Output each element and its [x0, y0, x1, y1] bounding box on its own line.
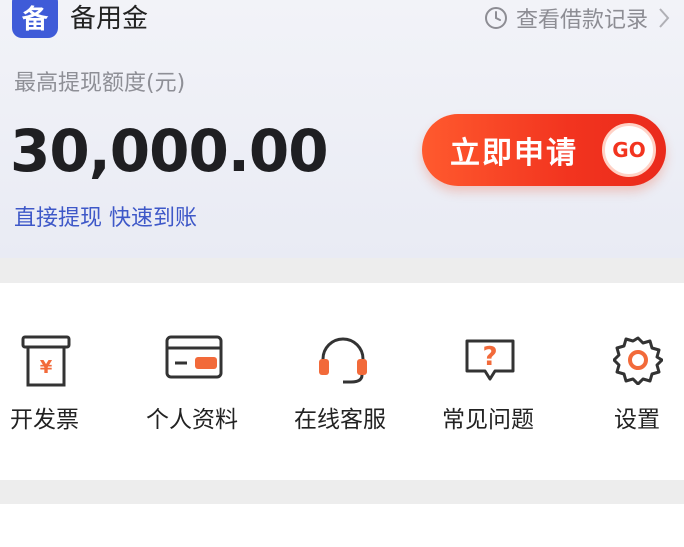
svg-text:¥: ¥	[40, 357, 53, 378]
faq-icon: ?	[465, 339, 515, 381]
apply-button-label: 立即申请	[450, 136, 578, 171]
logo-char: 备	[21, 4, 48, 35]
menu-item-label: 常见问题	[442, 407, 534, 433]
bottom-card	[0, 504, 684, 547]
menu-item-label: 开发票	[10, 407, 79, 433]
menu-item-profile[interactable]: 个人资料	[140, 283, 250, 480]
headset-icon	[319, 337, 367, 384]
gear-icon	[613, 336, 663, 385]
chevron-right-icon	[659, 8, 670, 28]
menu-item-faq[interactable]: ? 常见问题	[436, 283, 546, 480]
menu-item-support[interactable]: 在线客服	[288, 283, 398, 480]
loan-history-link[interactable]: 查看借款记录	[484, 2, 670, 34]
app-title: 备用金	[70, 4, 149, 34]
id-card-icon	[165, 335, 223, 379]
limit-label: 最高提现额度(元)	[14, 71, 186, 96]
menu-item-settings[interactable]: 设置	[600, 283, 676, 480]
quota-card: 备 备用金 查看借款记录 最高提现额度(元) 30,000.00 直接提现 快速…	[0, 0, 684, 258]
menu-item-invoice[interactable]: ¥ 开发票	[0, 283, 92, 480]
apply-button[interactable]: 立即申请 GO	[422, 114, 666, 186]
invoice-icon: ¥	[21, 335, 71, 387]
promo-text: 直接提现 快速到账	[14, 206, 197, 231]
clock-icon	[484, 7, 507, 29]
menu-item-label: 设置	[614, 407, 660, 433]
service-menu: ¥ 开发票 个人资料 在线客服 ? 常见问题 设置	[0, 283, 684, 480]
menu-item-label: 在线客服	[294, 407, 386, 433]
menu-item-label: 个人资料	[146, 407, 238, 433]
limit-amount: 30,000.00	[10, 117, 329, 185]
svg-text:?: ?	[482, 342, 497, 372]
app-logo: 备	[12, 0, 58, 38]
go-badge: GO	[602, 123, 656, 177]
loan-history-label: 查看借款记录	[515, 8, 648, 33]
